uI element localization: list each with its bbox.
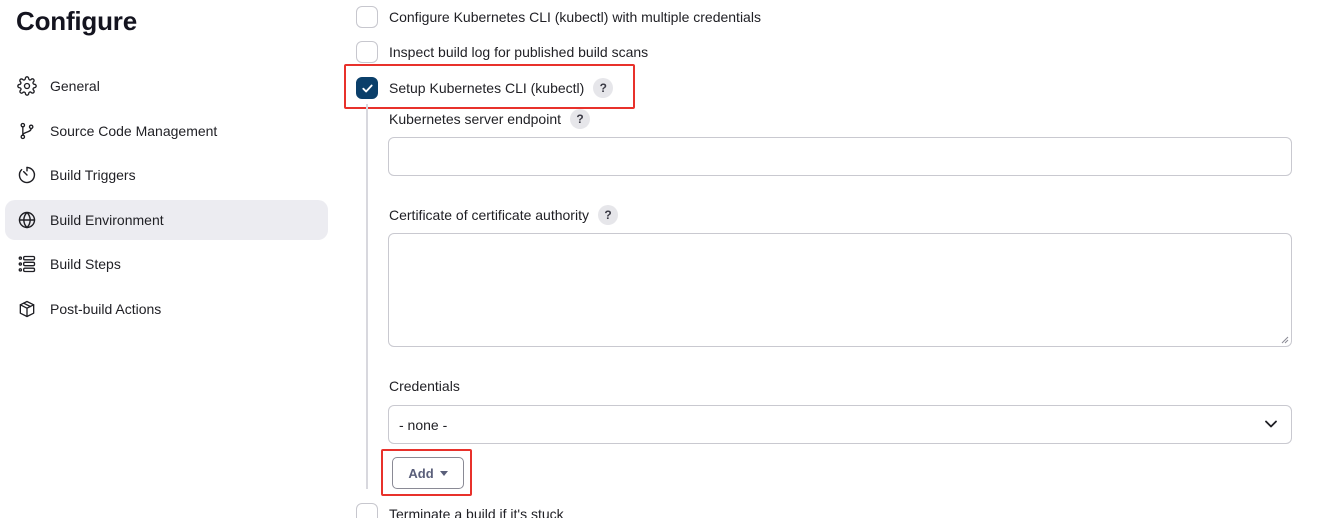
sidebar-item-post-build-actions[interactable]: Post-build Actions: [5, 289, 328, 329]
terminate-checkbox[interactable]: [356, 503, 378, 518]
timer-icon: [16, 164, 38, 186]
setup-kubectl-checkbox[interactable]: [356, 77, 378, 99]
inspect-log-checkbox[interactable]: [356, 41, 378, 63]
check-icon: [361, 84, 373, 92]
add-credentials-button[interactable]: Add: [392, 457, 464, 489]
add-button-label: Add: [408, 465, 434, 481]
chevron-down-icon: [1265, 420, 1277, 428]
server-endpoint-input[interactable]: [388, 137, 1292, 176]
credentials-select[interactable]: - none -: [388, 405, 1292, 444]
option-inspect-build-log[interactable]: Inspect build log for published build sc…: [356, 41, 648, 63]
caret-down-icon: [439, 470, 448, 476]
option-label: Terminate a build if it's stuck: [389, 506, 564, 518]
option-label: Setup Kubernetes CLI (kubectl): [389, 80, 585, 96]
globe-icon: [16, 209, 38, 231]
list-icon: [16, 253, 38, 275]
sidebar: General Source Code Management Build Tri…: [5, 66, 328, 333]
resize-grip-icon[interactable]: [1279, 334, 1289, 344]
sidebar-item-source-code-management[interactable]: Source Code Management: [5, 111, 328, 151]
option-label: Inspect build log for published build sc…: [389, 44, 649, 60]
field-label-text: Kubernetes server endpoint: [389, 111, 561, 127]
option-terminate-stuck-build[interactable]: Terminate a build if it's stuck: [356, 503, 564, 518]
kubectl-multi-checkbox[interactable]: [356, 6, 378, 28]
sidebar-item-label: Build Steps: [50, 256, 121, 272]
sidebar-item-build-environment[interactable]: Build Environment: [5, 199, 328, 240]
option-label: Configure Kubernetes CLI (kubectl) with …: [389, 9, 761, 25]
help-icon[interactable]: ?: [597, 205, 618, 225]
help-icon[interactable]: ?: [570, 109, 590, 129]
ca-certificate-label: Certificate of certificate authority ?: [389, 205, 618, 225]
branch-icon: [16, 120, 38, 142]
sidebar-item-label: Source Code Management: [50, 122, 218, 139]
help-icon[interactable]: ?: [593, 78, 614, 98]
page-title: Configure: [16, 6, 137, 36]
field-label-text: Credentials: [389, 378, 460, 394]
gear-icon: [16, 75, 38, 97]
sidebar-item-label: Build Environment: [50, 211, 164, 228]
option-setup-kubectl[interactable]: Setup Kubernetes CLI (kubectl) ?: [356, 77, 614, 99]
field-label-text: Certificate of certificate authority: [389, 207, 589, 223]
sidebar-item-build-triggers[interactable]: Build Triggers: [5, 155, 328, 195]
sidebar-item-label: Build Triggers: [50, 167, 136, 183]
option-kubectl-multiple-credentials[interactable]: Configure Kubernetes CLI (kubectl) with …: [356, 6, 761, 28]
sidebar-item-label: General: [50, 78, 100, 94]
sidebar-item-label: Post-build Actions: [50, 300, 162, 317]
credentials-label: Credentials: [389, 378, 460, 394]
server-endpoint-label: Kubernetes server endpoint ?: [389, 109, 590, 129]
sidebar-item-build-steps[interactable]: Build Steps: [5, 244, 328, 284]
credentials-selected-value: - none -: [399, 416, 448, 433]
ca-certificate-textarea[interactable]: [388, 233, 1292, 347]
nested-section-bar: [366, 104, 368, 489]
sidebar-item-general[interactable]: General: [5, 66, 328, 106]
package-icon: [16, 298, 38, 320]
